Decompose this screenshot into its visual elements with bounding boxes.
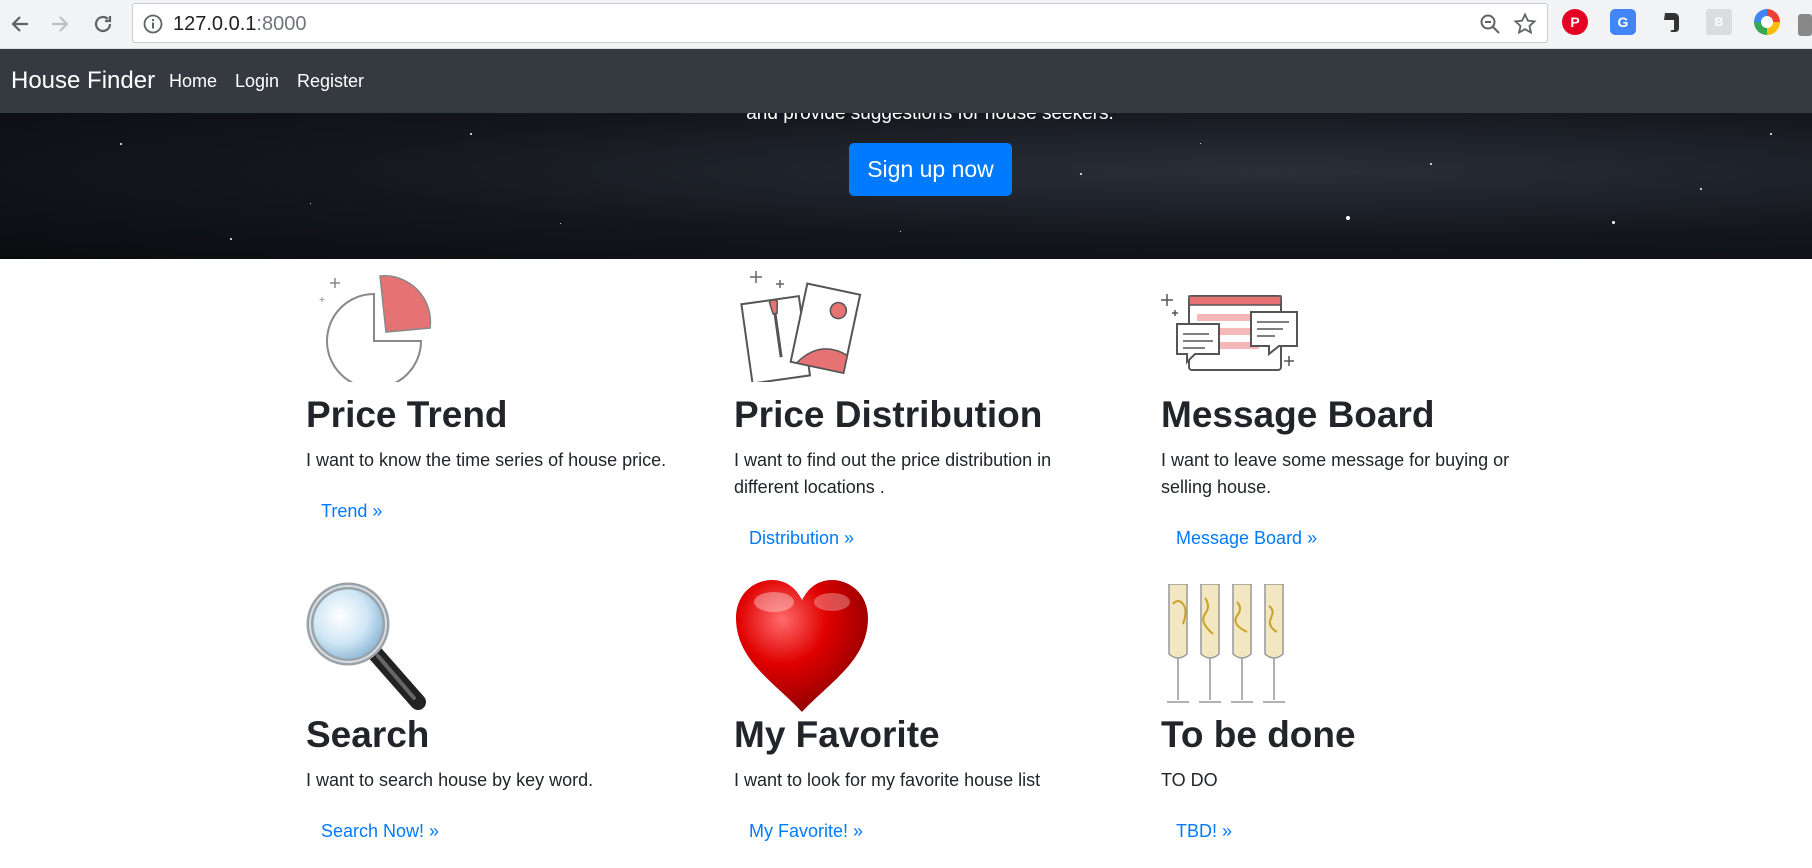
tbd-link[interactable]: TBD! » <box>1176 821 1232 842</box>
reload-icon[interactable] <box>87 8 119 40</box>
feature-title: To be done <box>1161 714 1356 755</box>
feature-title: Message Board <box>1161 394 1435 435</box>
trend-link[interactable]: Trend » <box>321 501 382 522</box>
nav-register[interactable]: Register <box>297 71 364 92</box>
search-now-link[interactable]: Search Now! » <box>321 821 439 842</box>
chrome-extension-icon[interactable] <box>1754 9 1780 35</box>
nav-login[interactable]: Login <box>235 71 279 92</box>
feature-title: Price Trend <box>306 394 508 435</box>
feature-description: I want to know the time series of house … <box>306 450 667 470</box>
browser-toolbar: 127.0.0.1:8000 P G B <box>0 0 1812 49</box>
back-icon[interactable] <box>4 8 36 40</box>
nav-home[interactable]: Home <box>169 71 217 92</box>
paint-canvas-icon <box>734 270 864 387</box>
chat-window-icon <box>1161 270 1306 387</box>
feature-title: Price Distribution <box>734 394 1043 435</box>
address-bar[interactable]: 127.0.0.1:8000 <box>132 3 1548 43</box>
my-favorite-link[interactable]: My Favorite! » <box>749 821 863 842</box>
feature-description: I want to find out the price distributio… <box>734 450 1052 497</box>
forward-icon[interactable] <box>44 8 76 40</box>
hero-subtitle: and provide suggestions for house seeker… <box>746 113 1114 124</box>
feature-title: Search <box>306 714 430 755</box>
reader-extension-icon[interactable]: B <box>1706 9 1732 35</box>
magnifier-icon <box>306 580 436 715</box>
champagne-glasses-icon <box>1161 583 1297 713</box>
overflow-extension-icon[interactable] <box>1798 14 1812 36</box>
evernote-extension-icon[interactable] <box>1658 9 1684 35</box>
feature-description: I want to look for my favorite house lis… <box>734 770 1041 790</box>
navbar-brand[interactable]: House Finder <box>11 67 155 95</box>
zoom-icon[interactable] <box>1479 13 1501 35</box>
pinterest-extension-icon[interactable]: P <box>1562 9 1588 35</box>
url-text[interactable]: 127.0.0.1:8000 <box>173 13 306 36</box>
page: 127.0.0.1:8000 P G B House Finder Home L… <box>0 0 1812 868</box>
info-icon[interactable] <box>143 14 163 34</box>
distribution-link[interactable]: Distribution » <box>749 528 854 549</box>
translate-extension-icon[interactable]: G <box>1610 9 1636 35</box>
feature-description: I want to search house by key word. <box>306 770 594 790</box>
site-navbar: House Finder Home Login Register <box>0 49 1812 113</box>
message-board-link[interactable]: Message Board » <box>1176 528 1317 549</box>
hero-jumbotron: and provide suggestions for house seeker… <box>0 113 1812 259</box>
pie-chart-icon <box>306 270 436 389</box>
feature-description: I want to leave some message for buying … <box>1161 450 1510 497</box>
star-icon[interactable] <box>1513 12 1537 36</box>
heart-icon <box>734 578 870 719</box>
signup-button[interactable]: Sign up now <box>849 143 1012 196</box>
feature-title: My Favorite <box>734 714 940 755</box>
feature-description: TO DO <box>1161 770 1218 790</box>
